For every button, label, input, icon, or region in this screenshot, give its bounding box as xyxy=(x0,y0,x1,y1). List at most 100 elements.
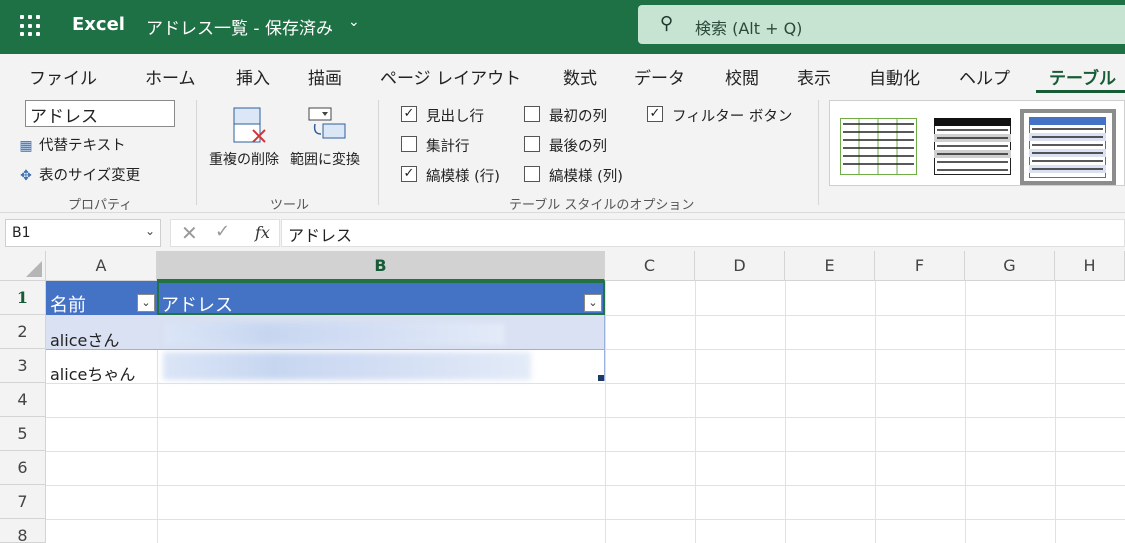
table-icon: ▦ xyxy=(19,138,33,154)
search-box[interactable]: ⚲ 検索 (Alt + Q) xyxy=(638,5,1125,44)
tab-review[interactable]: 校閲 xyxy=(725,64,759,89)
active-tab-indicator xyxy=(1036,90,1125,93)
last-column-checkbox[interactable] xyxy=(524,136,540,152)
total-row-label: 集計行 xyxy=(426,139,470,155)
row-header-7[interactable]: 7 xyxy=(0,485,46,519)
grid-line xyxy=(46,451,1125,452)
row-header-3[interactable]: 3 xyxy=(0,349,46,383)
grid-line xyxy=(46,485,1125,486)
row-header-6[interactable]: 6 xyxy=(0,451,46,485)
tab-data[interactable]: データ xyxy=(634,64,685,89)
filter-button-label: フィルター ボタン xyxy=(672,109,793,125)
cell-text: aliceちゃん xyxy=(50,365,136,381)
convert-to-range-button[interactable]: 範囲に変換 xyxy=(290,149,360,169)
formula-bar: B1 ⌄ ✕ ✓ fx アドレス xyxy=(0,213,1125,251)
app-launcher-icon[interactable] xyxy=(20,15,42,37)
banded-rows-label: 縞模様 (行) xyxy=(426,169,500,185)
tab-page-layout[interactable]: ページ レイアウト xyxy=(380,64,521,89)
remove-duplicates-button[interactable]: 重複の削除 xyxy=(209,149,279,169)
title-bar: Excel アドレス一覧 - 保存済み ⌄ ⚲ 検索 (Alt + Q) xyxy=(0,0,1125,54)
banded-columns-checkbox[interactable] xyxy=(524,166,540,182)
filter-button-checkbox[interactable]: ✓ xyxy=(647,106,663,122)
cell-text: aliceさん xyxy=(50,331,120,349)
table-cell-name[interactable]: aliceさん xyxy=(46,316,157,349)
column-header-d[interactable]: D xyxy=(695,251,785,281)
table-name-input[interactable]: アドレス xyxy=(25,100,175,127)
first-column-label: 最初の列 xyxy=(549,109,607,125)
document-title[interactable]: アドレス一覧 - 保存済み xyxy=(146,14,333,39)
active-cell-selection xyxy=(157,281,605,315)
header-name-text: 名前 xyxy=(50,295,86,315)
tab-table[interactable]: テーブル xyxy=(1049,64,1116,89)
column-header-g[interactable]: G xyxy=(965,251,1055,281)
column-header-e[interactable]: E xyxy=(785,251,875,281)
grid-line xyxy=(695,281,696,543)
banded-rows-checkbox[interactable]: ✓ xyxy=(401,166,417,182)
grid-line xyxy=(1055,281,1056,543)
row-header-4[interactable]: 4 xyxy=(0,383,46,417)
alt-text-button[interactable]: ▦ 代替テキスト xyxy=(17,134,126,155)
table-style-black[interactable] xyxy=(934,118,1012,176)
grid-line xyxy=(965,281,966,543)
select-all-corner[interactable] xyxy=(0,251,46,281)
formula-input[interactable]: アドレス xyxy=(281,219,1125,247)
column-header-c[interactable]: C xyxy=(605,251,695,281)
convert-to-range-icon[interactable] xyxy=(307,106,347,146)
grid-line xyxy=(46,383,1125,384)
name-box[interactable]: B1 ⌄ xyxy=(5,219,161,247)
tab-view[interactable]: 表示 xyxy=(797,64,831,89)
table-style-green[interactable] xyxy=(840,118,918,176)
group-separator xyxy=(196,100,197,205)
remove-duplicates-icon[interactable] xyxy=(233,106,269,146)
tab-help[interactable]: ヘルプ xyxy=(959,64,1010,89)
column-header-f[interactable]: F xyxy=(875,251,965,281)
tab-file[interactable]: ファイル xyxy=(29,64,97,89)
table-cell-name[interactable]: aliceちゃん xyxy=(46,350,157,381)
cell-reference: B1 xyxy=(12,225,31,241)
cancel-icon[interactable]: ✕ xyxy=(181,221,198,245)
tools-group-label: ツール xyxy=(270,198,310,213)
group-separator xyxy=(818,100,819,205)
header-row-checkbox[interactable]: ✓ xyxy=(401,106,417,122)
group-separator xyxy=(378,100,379,205)
resize-icon: ✥ xyxy=(20,168,32,184)
row-header-1[interactable]: 1 xyxy=(0,281,46,315)
row-header-2[interactable]: 2 xyxy=(0,315,46,349)
grid-line xyxy=(785,281,786,543)
column-header-h[interactable]: H xyxy=(1055,251,1125,281)
table-style-blue[interactable] xyxy=(1029,117,1107,179)
insert-function-icon[interactable]: fx xyxy=(255,223,270,242)
redacted-address xyxy=(165,323,505,345)
search-placeholder: 検索 (Alt + Q) xyxy=(695,19,803,38)
first-column-checkbox[interactable] xyxy=(524,106,540,122)
filter-dropdown-name[interactable]: ⌄ xyxy=(137,294,155,312)
column-header-b[interactable]: B xyxy=(157,251,605,281)
app-name[interactable]: Excel xyxy=(72,14,125,35)
resize-table-button[interactable]: ✥ 表のサイズ変更 xyxy=(17,164,140,185)
grid-line xyxy=(875,281,876,543)
banded-columns-label: 縞模様 (列) xyxy=(549,169,623,185)
grid-line xyxy=(46,417,1125,418)
last-column-label: 最後の列 xyxy=(549,139,607,155)
tab-automate[interactable]: 自動化 xyxy=(869,64,920,89)
formula-controls: ✕ ✓ fx xyxy=(170,219,280,247)
resize-table-label: 表のサイズ変更 xyxy=(39,168,141,184)
check-icon[interactable]: ✓ xyxy=(215,221,230,242)
alt-text-label: 代替テキスト xyxy=(39,138,126,154)
column-header-a[interactable]: A xyxy=(46,251,157,281)
tab-home[interactable]: ホーム xyxy=(145,64,196,89)
row-header-8[interactable]: 8 xyxy=(0,519,46,543)
total-row-checkbox[interactable] xyxy=(401,136,417,152)
tab-insert[interactable]: 挿入 xyxy=(236,64,270,89)
table-style-selected-frame[interactable] xyxy=(1020,109,1116,185)
table-resize-handle[interactable] xyxy=(598,375,604,381)
tab-formulas[interactable]: 数式 xyxy=(563,64,597,89)
grid-line xyxy=(46,519,1125,520)
style-options-group-label: テーブル スタイルのオプション xyxy=(509,198,695,213)
row-header-5[interactable]: 5 xyxy=(0,417,46,451)
chevron-down-icon[interactable]: ⌄ xyxy=(348,14,360,30)
tab-draw[interactable]: 描画 xyxy=(308,64,342,89)
table-row-border xyxy=(46,349,605,350)
chevron-down-icon[interactable]: ⌄ xyxy=(145,224,155,238)
properties-group-label: プロパティ xyxy=(68,198,133,213)
